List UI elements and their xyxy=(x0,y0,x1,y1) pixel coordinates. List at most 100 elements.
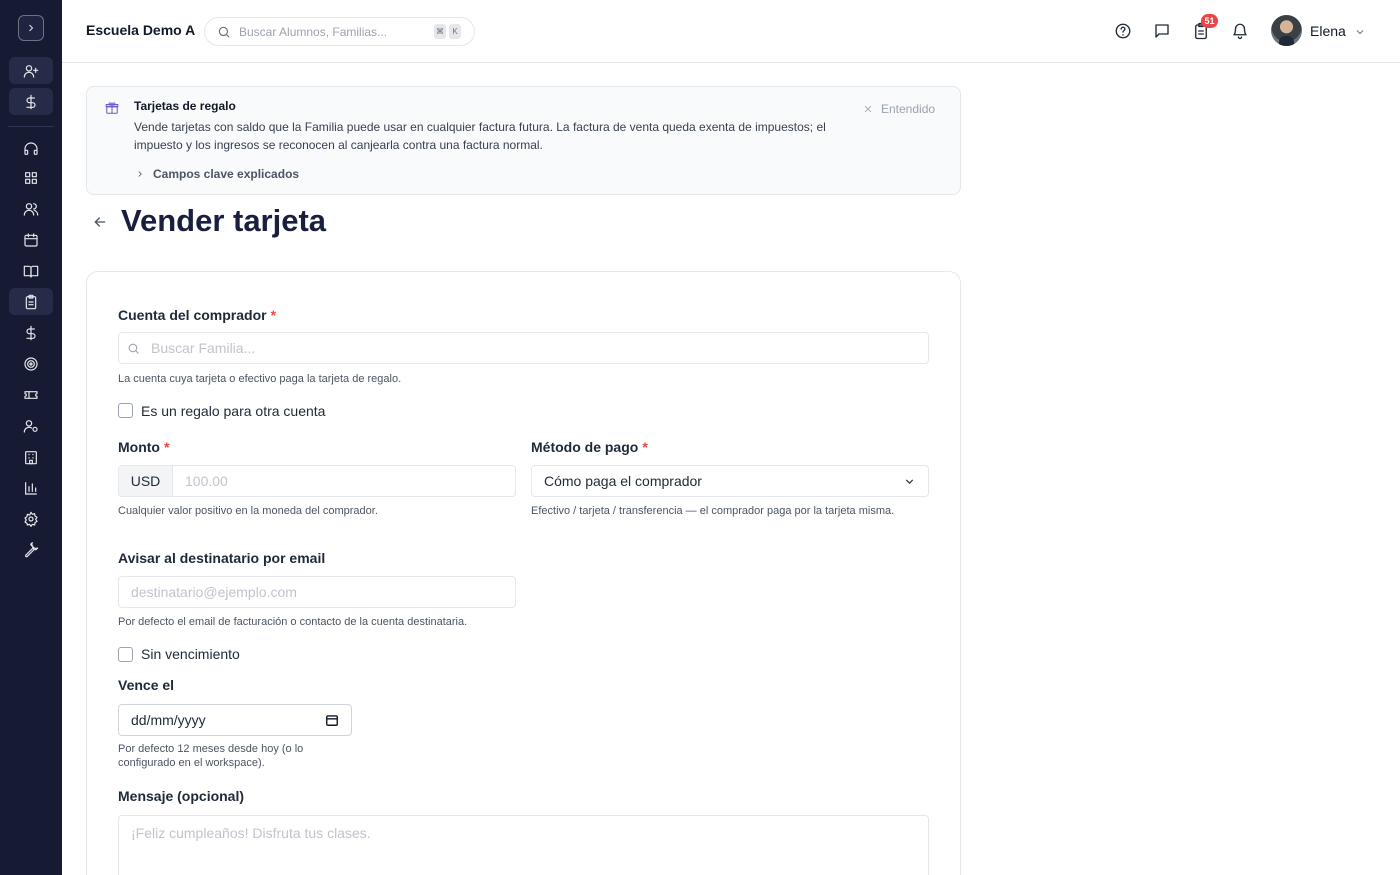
user-menu-chevron[interactable] xyxy=(1354,25,1366,37)
payment-method-value: Cómo paga el comprador xyxy=(544,473,702,489)
tasks-button[interactable]: 51 xyxy=(1190,14,1218,42)
message-label: Mensaje (opcional) xyxy=(118,788,245,804)
chevron-right-icon xyxy=(138,171,142,177)
dollar-icon xyxy=(26,325,36,340)
page-title: Vender tarjeta xyxy=(121,203,327,238)
required-marker: * xyxy=(642,439,648,455)
user-plus-icon xyxy=(23,64,39,78)
banner-dismiss-button[interactable]: Entendido xyxy=(863,102,935,116)
expires-help: Por defecto 12 meses desde hoy (o lo con… xyxy=(118,743,304,769)
sidebar-item-calendar[interactable] xyxy=(9,226,53,253)
gift-card-info-banner: Tarjetas de regalo Vende tarjetas con sa… xyxy=(86,86,961,195)
chevron-right-icon xyxy=(29,24,34,32)
payment-method-select[interactable]: Cómo paga el comprador xyxy=(531,465,929,497)
bell-icon xyxy=(1233,23,1247,40)
headset-icon xyxy=(24,141,38,155)
gift-other-account-label[interactable]: Es un regalo para otra cuenta xyxy=(141,403,325,419)
sidebar-item-goals[interactable] xyxy=(9,350,53,377)
sidebar-item-billing[interactable] xyxy=(9,288,53,315)
user-cog-icon xyxy=(23,419,38,433)
sidebar xyxy=(0,0,62,875)
tasks-count-badge: 51 xyxy=(1201,14,1218,28)
chevron-down-icon xyxy=(905,478,914,484)
sidebar-item-dashboard[interactable] xyxy=(9,164,53,191)
shortcut-key: K xyxy=(449,24,461,39)
search-icon xyxy=(218,26,230,38)
message-placeholder: ¡Feliz cumpleaños! Disfruta tus clases. xyxy=(131,825,371,841)
expires-date-input[interactable]: dd/mm/yyyy xyxy=(118,704,352,736)
sidebar-item-settings[interactable] xyxy=(9,505,53,532)
notify-email-help: Por defecto el email de facturación o co… xyxy=(118,616,468,628)
ticket-icon xyxy=(24,390,38,399)
dollar-icon xyxy=(26,94,36,109)
user-name[interactable]: Elena xyxy=(1310,23,1346,39)
wrench-icon xyxy=(24,541,39,557)
chevron-down-icon xyxy=(1356,30,1364,35)
gift-other-account-checkbox[interactable] xyxy=(118,403,133,418)
buyer-account-label: Cuenta del comprador * xyxy=(118,307,276,323)
back-button[interactable] xyxy=(92,214,110,232)
message-textarea[interactable]: ¡Feliz cumpleaños! Disfruta tus clases. xyxy=(118,815,929,875)
buyer-account-search-input[interactable]: Buscar Familia... xyxy=(118,332,929,364)
sidebar-toggle-button[interactable] xyxy=(18,15,44,41)
search-icon xyxy=(128,343,139,354)
payment-method-label-text: Método de pago xyxy=(531,439,639,455)
sidebar-item-finance[interactable] xyxy=(9,319,53,346)
buyer-account-label-text: Cuenta del comprador xyxy=(118,307,267,323)
notifications-button[interactable] xyxy=(1229,20,1251,42)
school-name[interactable]: Escuela Demo A xyxy=(86,22,195,38)
amount-help: Cualquier valor positivo en la moneda de… xyxy=(118,505,378,517)
clipboard-icon xyxy=(25,294,37,309)
search-placeholder: Buscar Alumnos, Familias... xyxy=(239,24,388,39)
global-search[interactable]: Buscar Alumnos, Familias... ⌘ K xyxy=(204,17,475,46)
messages-button[interactable] xyxy=(1151,20,1173,42)
dismiss-label: Entendido xyxy=(881,102,936,116)
help-button[interactable] xyxy=(1112,20,1134,42)
sidebar-item-courses[interactable] xyxy=(9,257,53,284)
sidebar-item-reports[interactable] xyxy=(9,474,53,501)
payment-method-label: Método de pago * xyxy=(531,439,648,455)
notify-email-placeholder: destinatario@ejemplo.com xyxy=(131,584,297,600)
calendar-icon[interactable] xyxy=(325,713,339,727)
buyer-account-help: La cuenta cuya tarjeta o efectivo paga l… xyxy=(118,373,402,385)
required-marker: * xyxy=(163,439,170,455)
building-icon xyxy=(25,450,37,464)
amount-input[interactable]: 100.00 xyxy=(185,473,228,489)
avatar[interactable] xyxy=(1271,15,1302,46)
sidebar-item-staff[interactable] xyxy=(9,412,53,439)
notify-email-label: Avisar al destinatario por email xyxy=(118,550,326,566)
key-fields-toggle[interactable]: Campos clave explicados xyxy=(135,167,299,181)
sidebar-item-support[interactable] xyxy=(9,135,53,162)
buyer-account-placeholder: Buscar Familia... xyxy=(151,340,256,356)
banner-title: Tarjetas de regalo xyxy=(134,99,236,113)
sidebar-item-locations[interactable] xyxy=(9,443,53,470)
users-icon xyxy=(23,202,39,216)
currency-addon: USD xyxy=(119,466,173,496)
sidebar-item-new-student[interactable] xyxy=(9,57,53,84)
key-fields-label: Campos clave explicados xyxy=(153,167,300,181)
target-icon xyxy=(24,356,38,371)
expires-label: Vence el xyxy=(118,677,175,693)
sidebar-item-tools[interactable] xyxy=(9,536,53,563)
grid-icon xyxy=(25,171,37,184)
amount-label: Monto * xyxy=(118,439,169,455)
amount-label-text: Monto xyxy=(118,439,160,455)
arrow-left-icon xyxy=(94,217,106,227)
no-expiry-label[interactable]: Sin vencimiento xyxy=(141,646,240,662)
book-open-icon xyxy=(23,265,39,278)
sidebar-item-tickets[interactable] xyxy=(9,381,53,408)
gear-icon xyxy=(24,511,38,527)
search-shortcut: ⌘ K xyxy=(434,24,464,39)
topbar: Escuela Demo A Buscar Alumnos, Familias.… xyxy=(62,0,1400,63)
help-circle-icon xyxy=(1115,23,1131,39)
message-square-icon xyxy=(1155,24,1169,38)
banner-text: Vende tarjetas con saldo que la Familia … xyxy=(134,120,826,152)
bar-chart-icon xyxy=(25,481,37,495)
notify-email-input[interactable]: destinatario@ejemplo.com xyxy=(118,576,516,608)
sidebar-item-people[interactable] xyxy=(9,195,53,222)
sidebar-item-payment[interactable] xyxy=(9,88,53,115)
no-expiry-checkbox[interactable] xyxy=(118,647,133,662)
amount-input-group: USD 100.00 xyxy=(118,465,516,497)
shortcut-key: ⌘ xyxy=(434,24,446,39)
sell-gift-card-form: Cuenta del comprador * Buscar Familia... … xyxy=(86,271,961,875)
